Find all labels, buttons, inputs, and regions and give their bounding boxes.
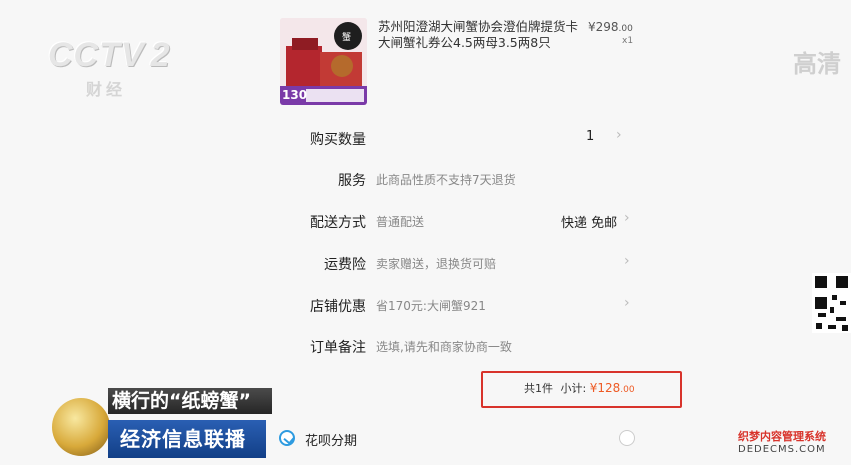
- price-cents: .00: [618, 24, 633, 34]
- channel-sub: 财经: [86, 80, 127, 99]
- product-title[interactable]: 苏州阳澄湖大闸蟹协会澄伯牌提货卡大闸蟹礼券公4.5两母3.5两8只: [378, 19, 578, 51]
- price-int: 298: [595, 20, 619, 34]
- ticker-headline: 横行的“纸螃蟹”: [108, 388, 272, 414]
- subtotal-amount: ¥128.00: [589, 381, 635, 395]
- shipping-insurance-chevron-icon[interactable]: ›: [624, 253, 630, 269]
- delivery-chevron-icon[interactable]: ›: [624, 210, 630, 226]
- globe-icon: [52, 398, 110, 456]
- qr-code-icon: [812, 273, 851, 333]
- huabei-label[interactable]: 花呗分期: [305, 430, 357, 449]
- huabei-icon: [279, 430, 295, 446]
- delivery-option[interactable]: 快递 免邮: [561, 212, 617, 231]
- quantity-chevron-icon[interactable]: ›: [616, 127, 622, 143]
- watermark-line2: DEDECMS.COM: [738, 444, 826, 455]
- delivery-label: 配送方式: [310, 215, 366, 231]
- quantity-value[interactable]: 1: [586, 129, 594, 144]
- price-symbol: ¥: [588, 20, 596, 34]
- svg-text:蟹: 蟹: [342, 31, 351, 43]
- quantity-label: 购买数量: [310, 132, 366, 148]
- shipping-insurance-value[interactable]: 卖家赠送，退换货可赔: [376, 255, 496, 272]
- watermark-line1: 织梦内容管理系统: [738, 430, 826, 443]
- item-count: 共1件: [524, 382, 553, 395]
- logo-text: CCTV 2: [48, 36, 171, 74]
- store-discount-value[interactable]: 省170元:大闸蟹921: [376, 297, 486, 314]
- product-thumbnail[interactable]: 蟹 130: [280, 18, 367, 105]
- store-discount-chevron-icon[interactable]: ›: [624, 295, 630, 311]
- cctv-channel-logo: CCTV 2 财经: [48, 36, 173, 99]
- product-price: ¥298.00: [588, 20, 633, 34]
- delivery-value[interactable]: 普通配送: [376, 213, 424, 230]
- subtotal: 共1件 小计: ¥128.00: [524, 380, 635, 396]
- service-value: 此商品性质不支持7天退货: [376, 173, 516, 187]
- store-discount-label: 店铺优惠: [310, 299, 366, 315]
- site-watermark: 织梦内容管理系统 DEDECMS.COM: [738, 428, 851, 465]
- service-label: 服务: [338, 173, 366, 189]
- product-quantity: x1: [622, 36, 634, 46]
- shipping-insurance-label: 运费险: [324, 257, 366, 273]
- program-name: 经济信息联播: [108, 420, 266, 458]
- order-note-input[interactable]: 选填,请先和商家协商一致: [376, 338, 512, 355]
- subtotal-label: 小计:: [560, 382, 587, 395]
- hd-corner-label: 高清: [793, 50, 841, 78]
- huabei-radio[interactable]: [619, 430, 635, 446]
- thumbnail-badge: 130: [282, 88, 308, 102]
- order-note-label: 订单备注: [310, 340, 366, 356]
